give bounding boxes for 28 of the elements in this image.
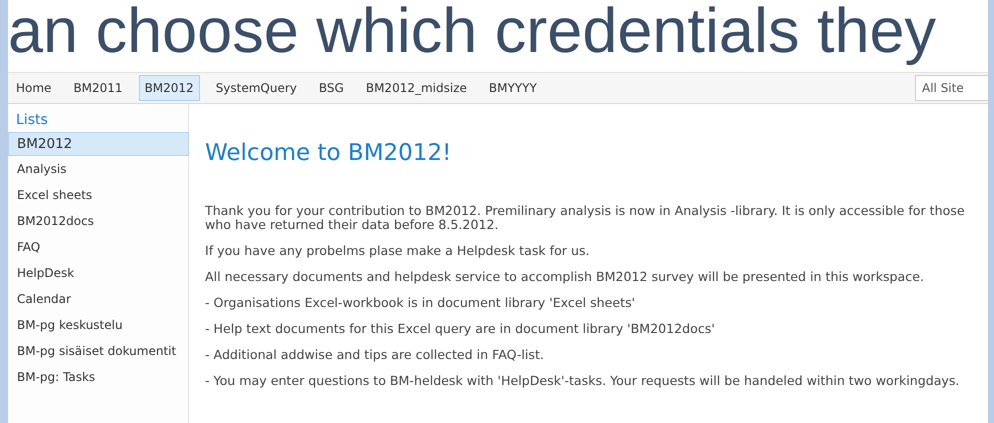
page-heading: Welcome to BM2012!: [205, 140, 452, 166]
paragraph: Thank you for your contribution to BM2012. Premilinary analysis is now in Analysis -library. It is only accessible for those who have returned their data before 8.5.2012.: [205, 204, 966, 232]
nav-tab[interactable]: BM2012: [138, 75, 200, 101]
sidebar-item[interactable]: BM2012: [8, 132, 189, 156]
sidebar-heading[interactable]: Lists: [8, 110, 188, 132]
sidebar-item[interactable]: BM-pg sisäiset dokumentit: [8, 338, 189, 364]
paragraph: All necessary documents and helpdesk service to accomplish BM2012 survey will be presented in this workspace.: [205, 270, 925, 284]
sidebar-item[interactable]: BM2012docs: [8, 208, 189, 234]
nav-tab[interactable]: Home: [10, 75, 58, 101]
sidebar-item[interactable]: Calendar: [8, 286, 189, 312]
sidebar-item[interactable]: Analysis: [8, 156, 189, 182]
slide-caption: an choose which credentials they: [8, 0, 936, 63]
paragraph: - Additional addwise and tips are collected in FAQ-list.: [205, 348, 545, 362]
sidebar-item[interactable]: FAQ: [8, 234, 189, 260]
search-field[interactable]: All Site: [915, 75, 988, 101]
nav-tab[interactable]: BMYYYY: [482, 75, 543, 101]
paragraph: - Organisations Excel-workbook is in document library 'Excel sheets': [205, 296, 636, 310]
paragraph: - You may enter questions to BM-heldesk with 'HelpDesk'-tasks. Your requests will be handeled within two workingdays.: [205, 374, 960, 388]
sidebar-item[interactable]: BM-pg: Tasks: [8, 364, 189, 390]
nav-tab[interactable]: SystemQuery: [210, 75, 303, 101]
nav-tab[interactable]: BM2012_midsize: [360, 75, 473, 101]
nav-tab[interactable]: BSG: [312, 75, 350, 101]
nav-tab[interactable]: BM2011: [67, 75, 129, 101]
paragraph: - Help text documents for this Excel query are in document library 'BM2012docs': [205, 322, 716, 336]
sidebar-item[interactable]: BM-pg keskustelu: [8, 312, 189, 338]
sidebar-item[interactable]: Excel sheets: [8, 182, 189, 208]
sidebar-item[interactable]: HelpDesk: [8, 260, 189, 286]
paragraph: If you have any probelms plase make a Helpdesk task for us.: [205, 244, 591, 258]
